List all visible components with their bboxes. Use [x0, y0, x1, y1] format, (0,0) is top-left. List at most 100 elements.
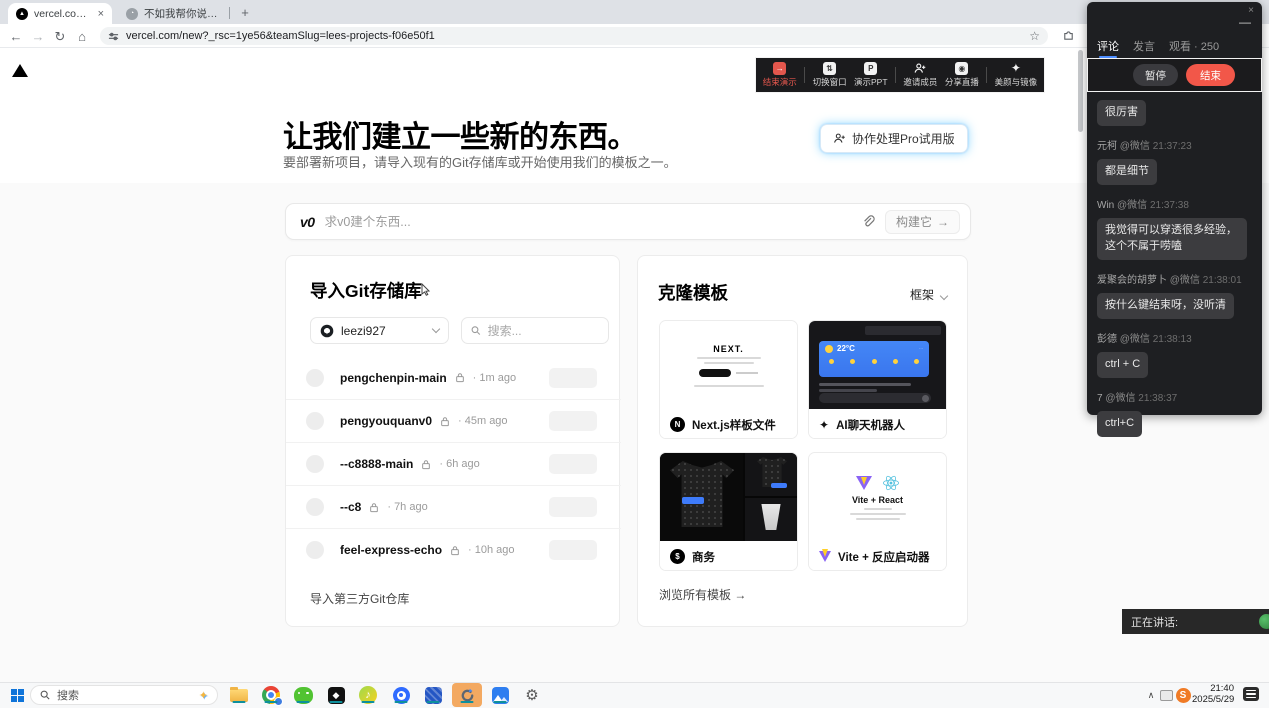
taskbar-photos-app[interactable]	[489, 686, 511, 704]
react-logo-icon	[882, 475, 900, 491]
tab-comments[interactable]: 评论	[1097, 38, 1119, 58]
taskbar-blue-app[interactable]	[422, 686, 444, 704]
thumb-message-pill	[865, 326, 941, 335]
import-button-skeleton[interactable]	[549, 540, 597, 560]
lock-icon	[455, 372, 465, 383]
toolbar-separator	[895, 67, 896, 83]
repo-time: · 1m ago	[473, 372, 516, 384]
taskbar-search[interactable]: 搜索 ✦	[30, 685, 218, 705]
sogou-s-icon: S	[1176, 688, 1191, 703]
weather-card: 22°C ···	[819, 341, 929, 377]
vite-thumb-title: Vite + React	[852, 495, 903, 505]
end-button[interactable]: 结束	[1186, 64, 1235, 86]
paperclip-icon[interactable]	[861, 215, 875, 229]
import-button-skeleton[interactable]	[549, 497, 597, 517]
reload-button[interactable]: ↻	[52, 29, 68, 45]
framework-label: 框架	[910, 286, 934, 303]
repo-search-input[interactable]	[488, 324, 599, 338]
taskbar-meeting-app-active[interactable]	[456, 686, 478, 704]
taskbar-clock[interactable]: 21:40 2025/5/29	[1192, 684, 1234, 706]
tab-speak[interactable]: 发言	[1133, 38, 1155, 58]
taskbar-settings[interactable]: ⚙	[521, 686, 543, 704]
browser-scrollbar[interactable]	[1078, 50, 1083, 132]
template-ai-chatbot[interactable]: 22°C ··· ✦ AI聊天机器人	[808, 320, 947, 439]
repo-time: · 45m ago	[458, 415, 508, 427]
v0-prompt-input[interactable]	[325, 215, 851, 229]
git-account-dropdown[interactable]: leezi927	[310, 317, 449, 344]
new-tab-button[interactable]: +	[236, 4, 254, 22]
repo-row: --c8888-main · 6h ago	[286, 442, 621, 485]
panel-minimize-icon[interactable]: —	[1239, 15, 1251, 29]
repo-time: · 7h ago	[387, 501, 427, 513]
share-live-button[interactable]: ◉ 分享直播	[945, 62, 979, 88]
cup-image	[759, 504, 783, 530]
tab-vercel[interactable]: ▲ vercel.com/new? ×	[8, 3, 112, 24]
third-party-git-link[interactable]: 导入第三方Git仓库	[310, 590, 409, 607]
template-nextjs[interactable]: NEXT. N Next.js样板文件	[659, 320, 798, 439]
present-ppt-button[interactable]: P 演示PPT	[854, 62, 888, 88]
vite-react-thumbnail: Vite + React	[809, 453, 946, 541]
taskbar-wechat[interactable]	[292, 686, 314, 704]
clone-template-card: 克隆模板 框架 NEXT. N Next.js样板文件	[637, 255, 968, 627]
pause-button[interactable]: 暂停	[1133, 64, 1178, 86]
collab-label: 协作处理Pro试用版	[852, 130, 955, 147]
tab-close-icon[interactable]: ×	[98, 8, 104, 20]
page-title: 让我们建立一些新的东西。	[283, 112, 637, 156]
repo-time: · 10h ago	[468, 544, 514, 556]
page-background	[0, 183, 1269, 682]
template-vite-react[interactable]: Vite + React Vite + 反应启动器	[808, 452, 947, 571]
template-commerce[interactable]: $ 商务	[659, 452, 798, 571]
switch-window-button[interactable]: ⇅ 切换窗口	[813, 62, 847, 88]
gear-icon: ⚙	[525, 686, 538, 704]
taskbar-file-explorer[interactable]	[228, 686, 250, 704]
skeleton-line	[704, 362, 754, 364]
share-live-icon: ◉	[955, 62, 968, 75]
forward-button[interactable]: →	[30, 29, 46, 45]
tab-title: 不如我帮你说 - AI朋友	[144, 6, 220, 21]
windows-logo-icon	[11, 689, 24, 702]
browser-tabstrip: ▲ vercel.com/new? × ◔ 不如我帮你说 - AI朋友 +	[0, 0, 1269, 24]
chat-message-header: 7 @微信 21:38:37	[1097, 389, 1254, 404]
invite-members-button[interactable]: 邀请成员	[903, 62, 937, 88]
build-it-button[interactable]: 构建它 →	[885, 210, 960, 234]
sparkle-icon: ✦	[1011, 62, 1021, 75]
url-bar[interactable]: vercel.com/new?_rsc=1ye56&teamSlug=lees-…	[100, 27, 1048, 45]
repo-search-box[interactable]	[461, 317, 609, 344]
framework-filter-dropdown[interactable]: 框架	[910, 286, 947, 303]
repo-row: pengchenpin-main · 1m ago	[286, 356, 621, 399]
collaborate-pro-button[interactable]: 协作处理Pro试用版	[820, 124, 968, 153]
start-button[interactable]	[6, 686, 28, 704]
ai-tab-favicon-icon: ◔	[126, 8, 138, 20]
tab-watch-count[interactable]: 观看 · 250	[1169, 38, 1219, 58]
chevron-up-icon: ∧	[1148, 690, 1155, 701]
end-presentation-button[interactable]: → 结束演示	[763, 62, 797, 88]
import-button-skeleton[interactable]	[549, 411, 597, 431]
repo-name: --c8888-main	[340, 457, 413, 471]
taskbar-black-app[interactable]: ◆	[325, 686, 347, 704]
import-button-skeleton[interactable]	[549, 368, 597, 388]
chat-message-header: Win @微信 21:37:38	[1097, 196, 1254, 211]
repo-avatar	[306, 455, 324, 473]
tray-sogou[interactable]: S	[1172, 686, 1194, 704]
repo-avatar	[306, 498, 324, 516]
import-git-card: 导入Git存储库 leezi927 pengchenpin-main · 1m …	[285, 255, 620, 627]
notification-center-icon[interactable]	[1243, 687, 1259, 701]
price-badge	[771, 483, 787, 488]
import-button-skeleton[interactable]	[549, 454, 597, 474]
extensions-icon[interactable]	[1062, 28, 1075, 41]
taskbar-music-app[interactable]: ♪	[357, 686, 379, 704]
back-button[interactable]: ←	[8, 29, 24, 45]
skeleton-line	[736, 372, 758, 374]
repo-name: pengyouquanv0	[340, 414, 432, 428]
home-button[interactable]: ⌂	[74, 29, 90, 45]
tab-ai-chat[interactable]: ◔ 不如我帮你说 - AI朋友	[118, 3, 228, 24]
sparkle-ai-icon: ✦	[819, 418, 829, 432]
chat-bubble: 都是细节	[1097, 159, 1157, 185]
bookmark-star-icon[interactable]: ☆	[1029, 29, 1040, 43]
beauty-mirror-button[interactable]: ✦ 美颜与镜像	[995, 62, 1038, 88]
share-live-label: 分享直播	[945, 76, 979, 88]
browse-all-templates-link[interactable]: 浏览所有模板 →	[659, 586, 746, 603]
taskbar-blue-ring-app[interactable]	[390, 686, 412, 704]
lock-icon	[440, 416, 450, 427]
taskbar-chrome[interactable]	[260, 686, 282, 704]
